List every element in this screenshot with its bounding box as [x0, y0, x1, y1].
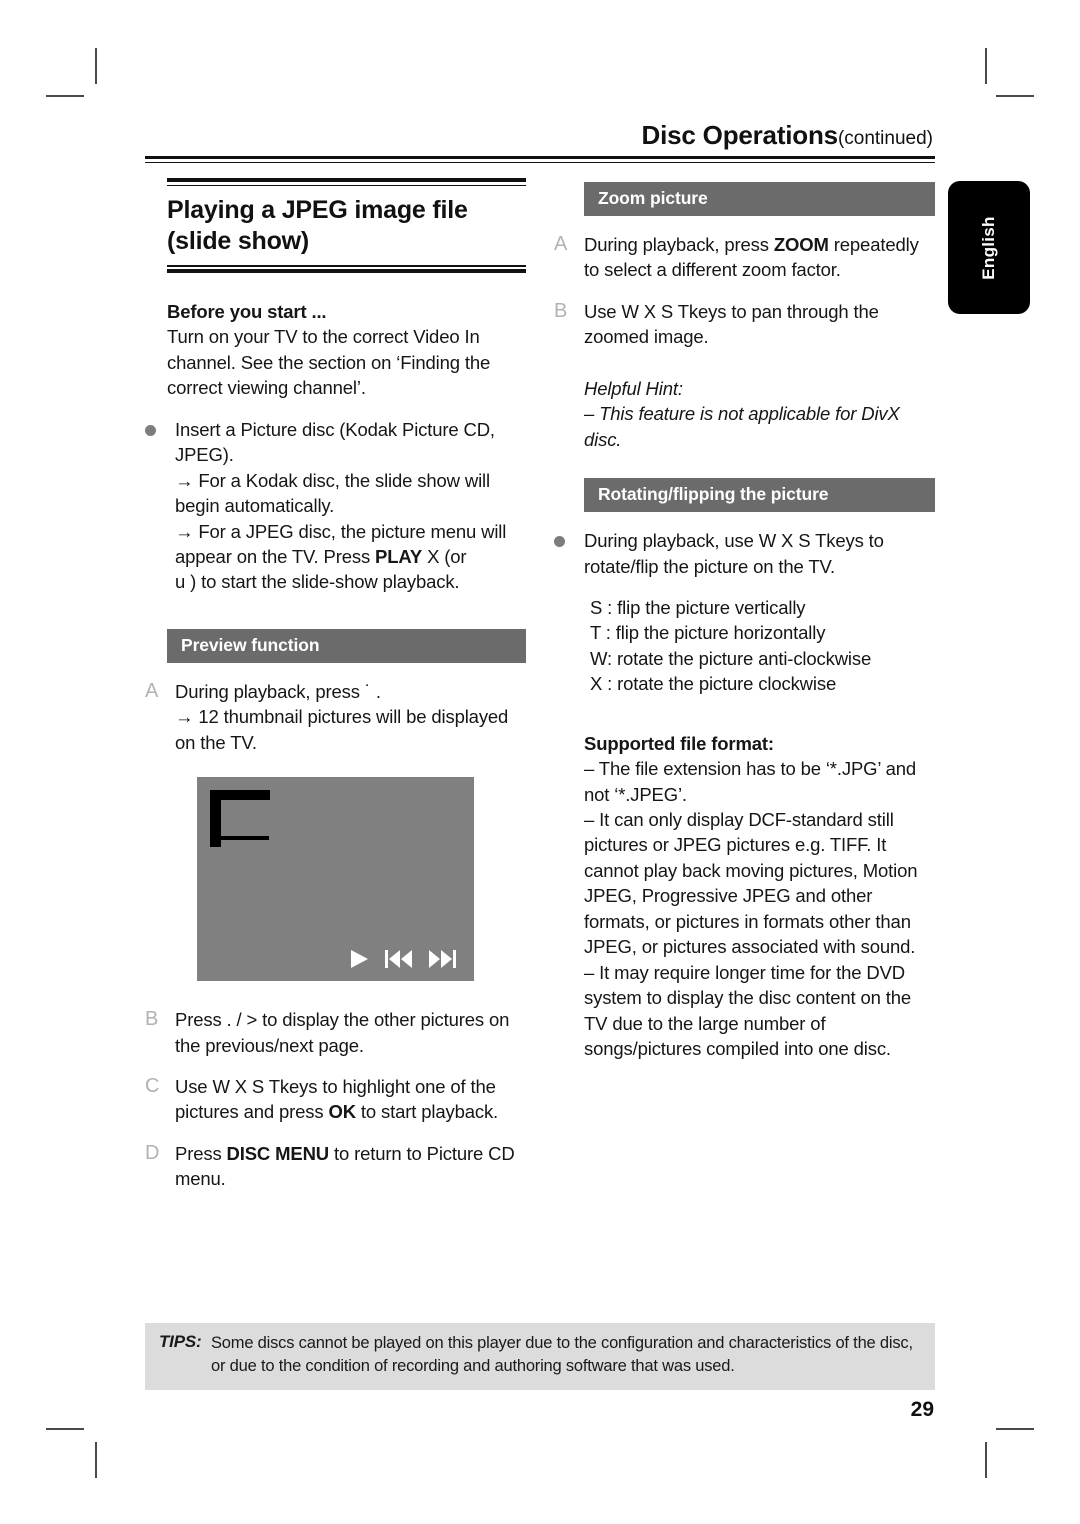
title-rule-bottom-thin	[167, 265, 526, 267]
insert-disc-arrow-2: → For a JPEG disc, the picture menu will…	[175, 519, 526, 570]
crop-mark-top-right-vertical	[985, 48, 987, 84]
preview-item-a-body: During playback, press ˙ . → 12 thumbnai…	[175, 679, 526, 755]
preview-item-d-pre: Press	[175, 1142, 227, 1164]
supported-format-block: Supported file format: – The file extens…	[584, 731, 935, 1062]
supported-format-item: – The file extension has to be ‘*.JPG’ a…	[584, 758, 917, 805]
left-column: Playing a JPEG image file (slide show) B…	[145, 178, 526, 1192]
language-tab-english: English	[948, 181, 1030, 314]
rotate-key-list: S : flip the picture vertically T : flip…	[590, 595, 935, 697]
insert-disc-text: Insert a Picture disc (Kodak Picture CD,…	[175, 418, 495, 466]
preview-item-a-line-1: During playback, press ˙ .	[175, 680, 381, 702]
before-you-start-block: Before you start ... Turn on your TV to …	[167, 299, 526, 401]
insert-disc-arrow-2-post: X (or	[422, 545, 467, 567]
crop-mark-bottom-right-vertical	[985, 1442, 987, 1478]
zoom-item-marker-a: A	[554, 233, 568, 255]
page-number: 29	[910, 1398, 934, 1421]
transport-controls	[351, 950, 456, 969]
rotate-key-item: W: rotate the picture anti-clockwise	[590, 647, 872, 669]
bracket-horizontal-shape-2	[210, 836, 269, 841]
item-marker-c: C	[145, 1075, 160, 1097]
crop-mark-bottom-right-horizontal	[996, 1428, 1034, 1430]
item-marker-d: D	[145, 1141, 160, 1164]
page-title-block: Playing a JPEG image file (slide show)	[167, 178, 526, 273]
section-bar-preview-function: Preview function	[167, 628, 526, 663]
bullet-icon	[554, 528, 584, 548]
running-head: Disc Operations(continued)	[145, 120, 935, 156]
rotate-key-item: T : flip the picture horizontally	[590, 622, 826, 644]
section-bar-rotating-flipping: Rotating/flipping the picture	[584, 478, 935, 513]
page-title-line-2: (slide show)	[167, 226, 310, 255]
tips-text: Some discs cannot be played on this play…	[211, 1334, 913, 1376]
helpful-hint-label: Helpful Hint:	[584, 377, 683, 399]
preview-item-a: A During playback, press ˙ . → 12 thumbn…	[145, 679, 526, 755]
rotate-bullet-item: During playback, use W X S Tkeys to rota…	[554, 528, 935, 579]
section-bar-zoom-picture: Zoom picture	[584, 182, 935, 216]
supported-format-item: – It can only display DCF-standard still…	[584, 809, 918, 958]
item-marker-a: A	[145, 679, 159, 702]
next-track-icon	[429, 950, 456, 969]
preview-item-c-post: to start playback.	[355, 1101, 499, 1123]
zoom-item-b-text: Use W X S Tkeys to pan through the zoome…	[584, 300, 879, 348]
play-key-label: PLAY	[375, 545, 423, 567]
running-head-continued: (continued)	[837, 128, 933, 149]
crop-mark-top-left-vertical	[95, 48, 97, 84]
running-head-rule-thin	[145, 162, 935, 163]
crop-mark-bottom-left-vertical	[95, 1442, 97, 1478]
zoom-item-a-body: During playback, press ZOOM repeatedly t…	[584, 232, 935, 283]
insert-disc-arrow-2-cont: u ) to start the slide-show playback.	[175, 571, 460, 593]
helpful-hint-block: Helpful Hint: – This feature is not appl…	[584, 376, 935, 452]
insert-disc-body: Insert a Picture disc (Kodak Picture CD,…	[175, 417, 526, 595]
page-title-line-1: Playing a JPEG image file	[167, 196, 468, 224]
crop-mark-top-left-horizontal	[46, 95, 84, 97]
ok-key-label: OK	[328, 1101, 356, 1123]
zoom-item-a-pre: During playback, press	[584, 234, 774, 255]
running-head-rule-thick	[145, 156, 935, 159]
preview-item-c: C Use W X S Tkeys to highlight one of th…	[145, 1074, 526, 1125]
rotate-key-item: X : rotate the picture clockwise	[590, 673, 837, 695]
insert-disc-arrow-1: → For a Kodak disc, the slide show will …	[175, 469, 490, 517]
crop-mark-top-right-horizontal	[996, 95, 1034, 97]
right-column: Zoom picture A During playback, press ZO…	[554, 178, 935, 1192]
item-marker-b: B	[145, 1008, 159, 1031]
preview-item-b: B Press . / > to display the other pictu…	[145, 1007, 526, 1058]
running-head-title: Disc Operations	[641, 120, 839, 150]
previous-track-icon	[385, 950, 412, 969]
crop-mark-bottom-left-horizontal	[46, 1428, 84, 1430]
before-you-start-text: Turn on your TV to the correct Video In …	[167, 326, 491, 399]
insert-disc-item: Insert a Picture disc (Kodak Picture CD,…	[145, 417, 526, 595]
two-column-layout: Playing a JPEG image file (slide show) B…	[145, 178, 935, 1192]
language-tab-label: English	[979, 215, 998, 280]
rotate-key-item: S : flip the picture vertically	[590, 596, 806, 618]
zoom-item-b: B Use W X S Tkeys to pan through the zoo…	[554, 299, 935, 350]
disc-menu-key-label: DISC MENU	[226, 1142, 330, 1164]
tv-preview-screenshot	[197, 777, 474, 982]
title-rule-top-thick	[167, 178, 526, 182]
rotate-bullet-text: During playback, use W X S Tkeys to rota…	[584, 530, 884, 577]
play-icon	[351, 950, 368, 969]
zoom-item-a: A During playback, press ZOOM repeatedly…	[554, 232, 935, 283]
supported-format-heading: Supported file format:	[584, 732, 774, 754]
tips-label: TIPS:	[159, 1332, 202, 1351]
page-content: Disc Operations(continued) Playing a JPE…	[145, 120, 935, 1410]
before-you-start-heading: Before you start ...	[167, 301, 327, 322]
page-title: Playing a JPEG image file (slide show)	[167, 186, 526, 265]
preview-item-d: D Press DISC MENU to return to Picture C…	[145, 1141, 526, 1192]
preview-item-a-line-2: → 12 thumbnail pictures will be displaye…	[175, 706, 509, 753]
zoom-key-label: ZOOM	[773, 234, 829, 255]
bracket-horizontal-shape	[210, 790, 270, 801]
zoom-item-marker-b: B	[554, 299, 568, 322]
tips-box: TIPS: Some discs cannot be played on thi…	[145, 1323, 935, 1390]
bullet-icon	[145, 417, 175, 436]
helpful-hint-text: – This feature is not applicable for Div…	[584, 403, 900, 450]
supported-format-item: – It may require longer time for the DVD…	[584, 961, 912, 1059]
preview-item-d-body: Press DISC MENU to return to Picture CD …	[175, 1141, 526, 1192]
preview-item-b-text: Press . / > to display the other picture…	[175, 1009, 510, 1056]
preview-item-c-body: Use W X S Tkeys to highlight one of the …	[175, 1074, 526, 1125]
